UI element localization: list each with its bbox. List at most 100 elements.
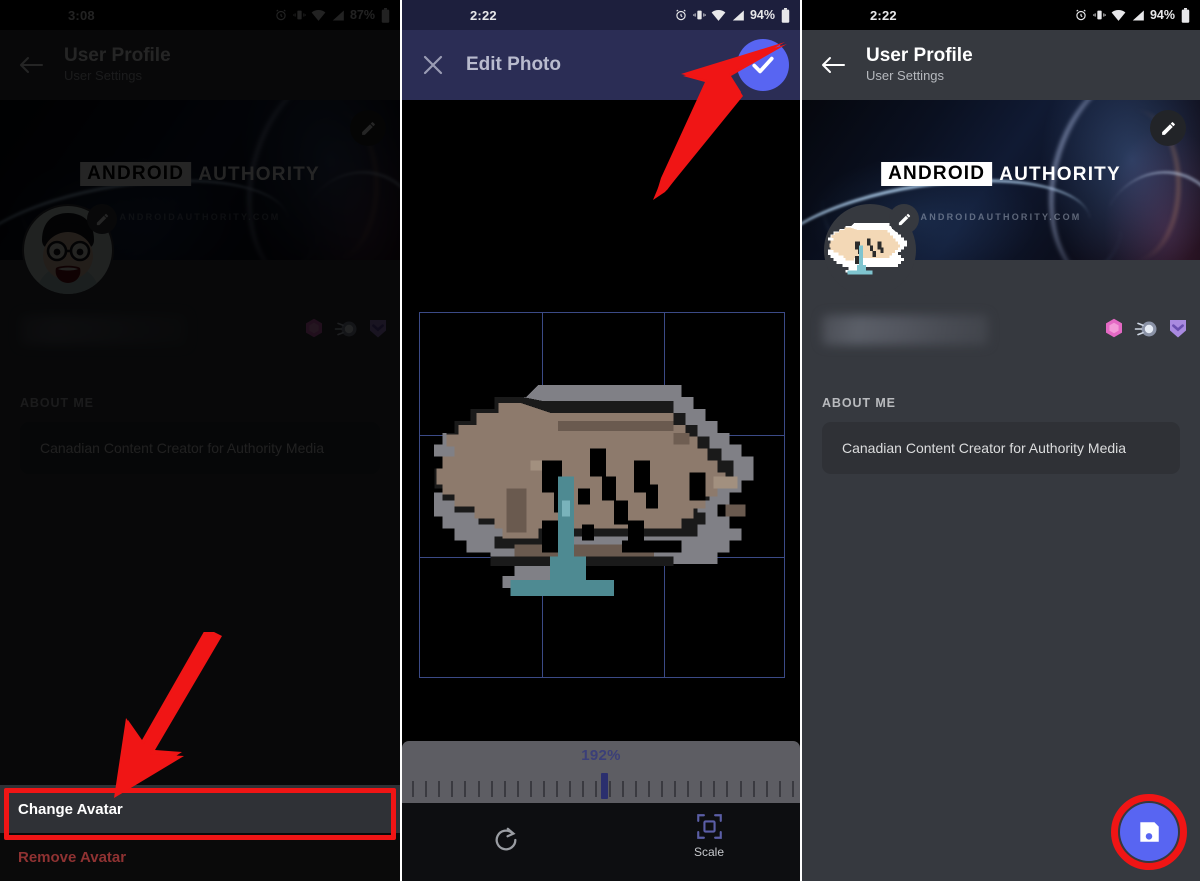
battery-percent: 87% [349, 8, 375, 22]
scale-value: 192% [581, 747, 621, 764]
about-me-text[interactable]: Canadian Content Creator for Authority M… [822, 422, 1180, 475]
scale-label: Scale [693, 845, 725, 859]
pencil-icon [96, 213, 108, 225]
signal-icon [1132, 10, 1144, 20]
alarm-icon [676, 9, 686, 21]
confirm-crop-button[interactable] [737, 39, 789, 91]
back-arrow-icon[interactable] [818, 50, 848, 80]
status-time: 2:22 [470, 7, 497, 23]
profile-badges [1104, 318, 1188, 339]
banner-watermark: ANDROIDAUTHORITY.COM [920, 212, 1082, 222]
avatar-edit-button[interactable] [87, 204, 117, 234]
ruler-tick [700, 781, 703, 797]
profile-identity-row [802, 204, 1200, 380]
page-subtitle: User Settings [866, 68, 945, 84]
hexagon-badge[interactable] [304, 318, 324, 339]
ruler-tick [503, 781, 506, 797]
crop-canvas[interactable] [402, 42, 800, 741]
editor-app-bar: Edit Photo [402, 30, 800, 100]
back-arrow-icon[interactable] [16, 50, 46, 80]
banner-edit-button[interactable] [1150, 110, 1186, 146]
ruler-tick [451, 781, 454, 797]
ruler-tick [464, 781, 467, 797]
app-bar: User Profile User Settings [802, 30, 1200, 100]
status-icons: 94% [674, 7, 790, 23]
pixel-art-avatar[interactable] [434, 373, 772, 618]
save-floppy-icon [1140, 822, 1159, 842]
wifi-icon [711, 9, 726, 21]
battery-icon [381, 7, 390, 23]
ruler-tick [412, 781, 414, 797]
page-title: User Profile [866, 44, 973, 66]
android-authority-logo: ANDROID AUTHORITY [80, 162, 320, 186]
ruler-tick [660, 781, 663, 797]
avatar-action-sheet: Change Avatar Remove Avatar [0, 785, 400, 881]
ruler-tick [713, 781, 716, 797]
ruler-tick [674, 781, 677, 797]
alarm-icon [276, 9, 286, 21]
pencil-icon [1161, 121, 1175, 135]
status-time: 2:22 [870, 7, 897, 23]
ruler-tick [438, 781, 441, 797]
wifi-icon [311, 9, 326, 21]
shield-badge[interactable] [1168, 318, 1188, 339]
status-icons: 94% [1074, 7, 1190, 23]
username-redacted [822, 315, 988, 345]
shield-badge[interactable] [368, 318, 388, 339]
vibrate-icon [693, 10, 706, 20]
battery-icon [781, 7, 790, 23]
editor-title: Edit Photo [466, 54, 561, 76]
ruler-tick [752, 781, 755, 797]
status-time: 3:08 [68, 7, 95, 23]
panel-photo-editor: 2:22 94% Edit Photo 192% Scale [400, 0, 800, 881]
orb-badge[interactable] [1134, 319, 1158, 339]
vibrate-icon [1093, 10, 1106, 20]
rotate-button[interactable] [487, 821, 525, 859]
editor-toolbar: Scale [402, 803, 800, 881]
scale-slider[interactable]: 192% [402, 741, 800, 803]
signal-icon [732, 10, 744, 20]
logo-word-text: AUTHORITY [198, 163, 320, 185]
save-button[interactable] [1120, 803, 1178, 861]
editor-title-wrap: Edit Photo [466, 54, 561, 76]
scale-ruler[interactable] [402, 773, 800, 799]
scale-thumb[interactable] [601, 773, 608, 799]
ruler-tick [739, 781, 742, 797]
remove-avatar-button[interactable]: Remove Avatar [0, 833, 400, 881]
alarm-icon [1076, 9, 1086, 21]
change-avatar-button[interactable]: Change Avatar [0, 785, 400, 833]
crop-frame[interactable] [419, 312, 785, 678]
ruler-tick [516, 781, 519, 797]
ruler-tick [529, 781, 532, 797]
close-x-icon[interactable] [418, 50, 448, 80]
avatar[interactable] [824, 204, 919, 296]
ruler-tick [634, 781, 637, 797]
avatar-edit-button[interactable] [889, 204, 919, 234]
hexagon-badge[interactable] [1104, 318, 1124, 339]
ruler-tick [778, 781, 781, 797]
about-me-text[interactable]: Canadian Content Creator for Authority M… [20, 422, 380, 475]
app-bar-texts: User Profile User Settings [64, 45, 171, 86]
battery-icon [1181, 7, 1190, 23]
battery-percent: 94% [1149, 8, 1175, 22]
ruler-tick [490, 781, 493, 797]
about-me-section: ABOUT ME Canadian Content Creator for Au… [0, 380, 400, 497]
signal-icon [332, 10, 344, 20]
panel-profile-dimmed: 3:08 87% User Profile User Settings ANDR… [0, 0, 400, 881]
android-authority-logo: ANDROID AUTHORITY [881, 162, 1121, 186]
battery-percent: 94% [749, 8, 775, 22]
orb-badge[interactable] [334, 319, 358, 339]
ruler-tick [687, 781, 690, 797]
avatar[interactable] [22, 204, 117, 296]
banner-edit-button[interactable] [350, 110, 386, 146]
page-title: User Profile [64, 44, 171, 66]
status-icons: 87% [274, 7, 390, 23]
username-redacted [20, 315, 186, 345]
app-bar-texts: User Profile User Settings [866, 45, 973, 86]
status-bar: 2:22 94% [802, 0, 1200, 30]
ruler-tick [621, 781, 624, 797]
scale-button[interactable]: Scale [680, 813, 738, 859]
ruler-tick [792, 781, 794, 797]
ruler-tick [543, 781, 546, 797]
ruler-tick [765, 781, 768, 797]
